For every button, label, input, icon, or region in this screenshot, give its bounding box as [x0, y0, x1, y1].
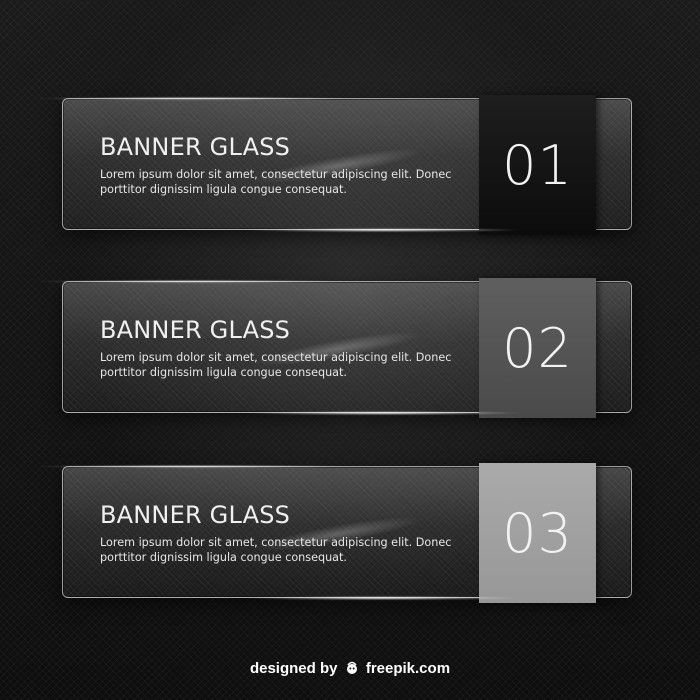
- banner-number: 01: [502, 133, 573, 197]
- freepik-logo-icon: [345, 661, 359, 675]
- banner-body-text: Lorem ipsum dolor sit amet, consectetur …: [100, 167, 460, 197]
- glass-banner-1: BANNER GLASS Lorem ipsum dolor sit amet,…: [62, 95, 632, 235]
- number-tab-3: 03: [479, 463, 596, 603]
- footer-brand-link[interactable]: freepik.com: [366, 660, 450, 677]
- banner-text-line: Lorem ipsum dolor sit amet, consectetur …: [100, 536, 452, 549]
- banner-title: BANNER GLASS: [100, 133, 291, 161]
- number-tab-2: 02: [479, 278, 596, 418]
- glass-banner-2: BANNER GLASS Lorem ipsum dolor sit amet,…: [62, 278, 632, 418]
- banner-number: 03: [502, 501, 573, 565]
- banner-body-text: Lorem ipsum dolor sit amet, consectetur …: [100, 535, 460, 565]
- banner-title: BANNER GLASS: [100, 501, 291, 529]
- footer-prefix: designed by: [249, 660, 338, 677]
- banner-text-line: porttitor dignissim ligula congue conseq…: [100, 366, 347, 379]
- banner-text-line: Lorem ipsum dolor sit amet, consectetur …: [100, 351, 452, 364]
- banner-number: 02: [502, 316, 573, 380]
- banner-text-line: porttitor dignissim ligula congue conseq…: [100, 551, 347, 564]
- banner-text-line: Lorem ipsum dolor sit amet, consectetur …: [100, 168, 452, 181]
- banner-body-text: Lorem ipsum dolor sit amet, consectetur …: [100, 350, 460, 380]
- number-tab-1: 01: [479, 95, 596, 235]
- glass-banner-3: BANNER GLASS Lorem ipsum dolor sit amet,…: [62, 463, 632, 603]
- banner-title: BANNER GLASS: [100, 316, 291, 344]
- banner-text-line: porttitor dignissim ligula congue conseq…: [100, 183, 347, 196]
- footer-credit: designed by freepik.com: [0, 660, 700, 677]
- banner-glass-canvas: BANNER GLASS Lorem ipsum dolor sit amet,…: [0, 0, 700, 700]
